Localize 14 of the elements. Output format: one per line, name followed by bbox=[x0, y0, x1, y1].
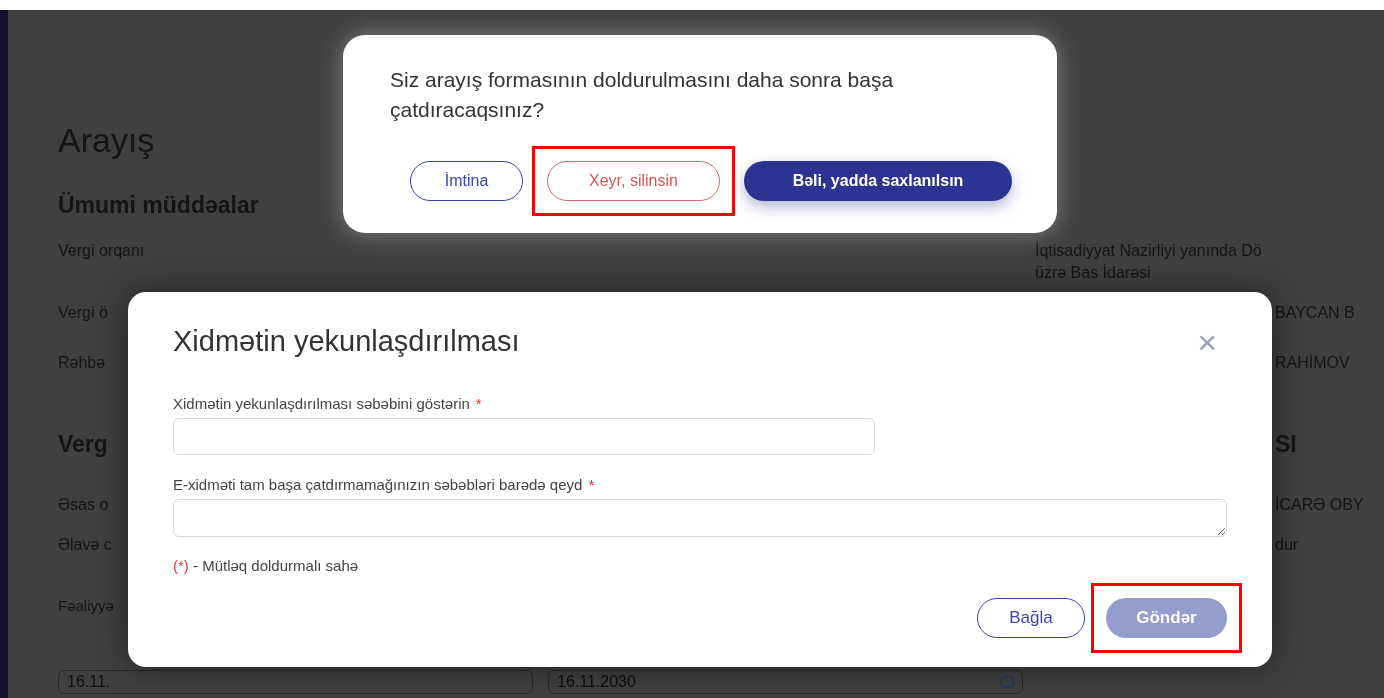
calendar-icon[interactable] bbox=[1000, 676, 1014, 688]
text-area[interactable] bbox=[173, 499, 1227, 537]
required-note: (*) - Mütləq doldurmalı sahə bbox=[173, 556, 360, 576]
dialog-button[interactable]: İmtina bbox=[410, 161, 523, 201]
dialog-button[interactable]: Bəli, yadda saxlanılsın bbox=[744, 161, 1012, 201]
dialog-button[interactable]: Xeyr, silinsin bbox=[547, 161, 720, 201]
required-mark: * bbox=[588, 476, 595, 493]
input-field[interactable] bbox=[173, 418, 875, 455]
dialog-title: Xidmətin yekunlaşdırılması bbox=[173, 324, 520, 360]
field-label: E-xidməti tam başa çatdırmamağınızın səbəbləri barədə qeyd bbox=[173, 476, 583, 493]
dialog-message: Siz arayış formasının doldurulmasını daha sonra başa çatdıracaqsınız? bbox=[390, 67, 895, 123]
dialog-button[interactable]: Bağla bbox=[977, 597, 1085, 638]
field-label: Xidmətin yekunlaşdırılması səbəbini göstərin bbox=[173, 395, 470, 412]
required-mark: * bbox=[475, 395, 482, 412]
